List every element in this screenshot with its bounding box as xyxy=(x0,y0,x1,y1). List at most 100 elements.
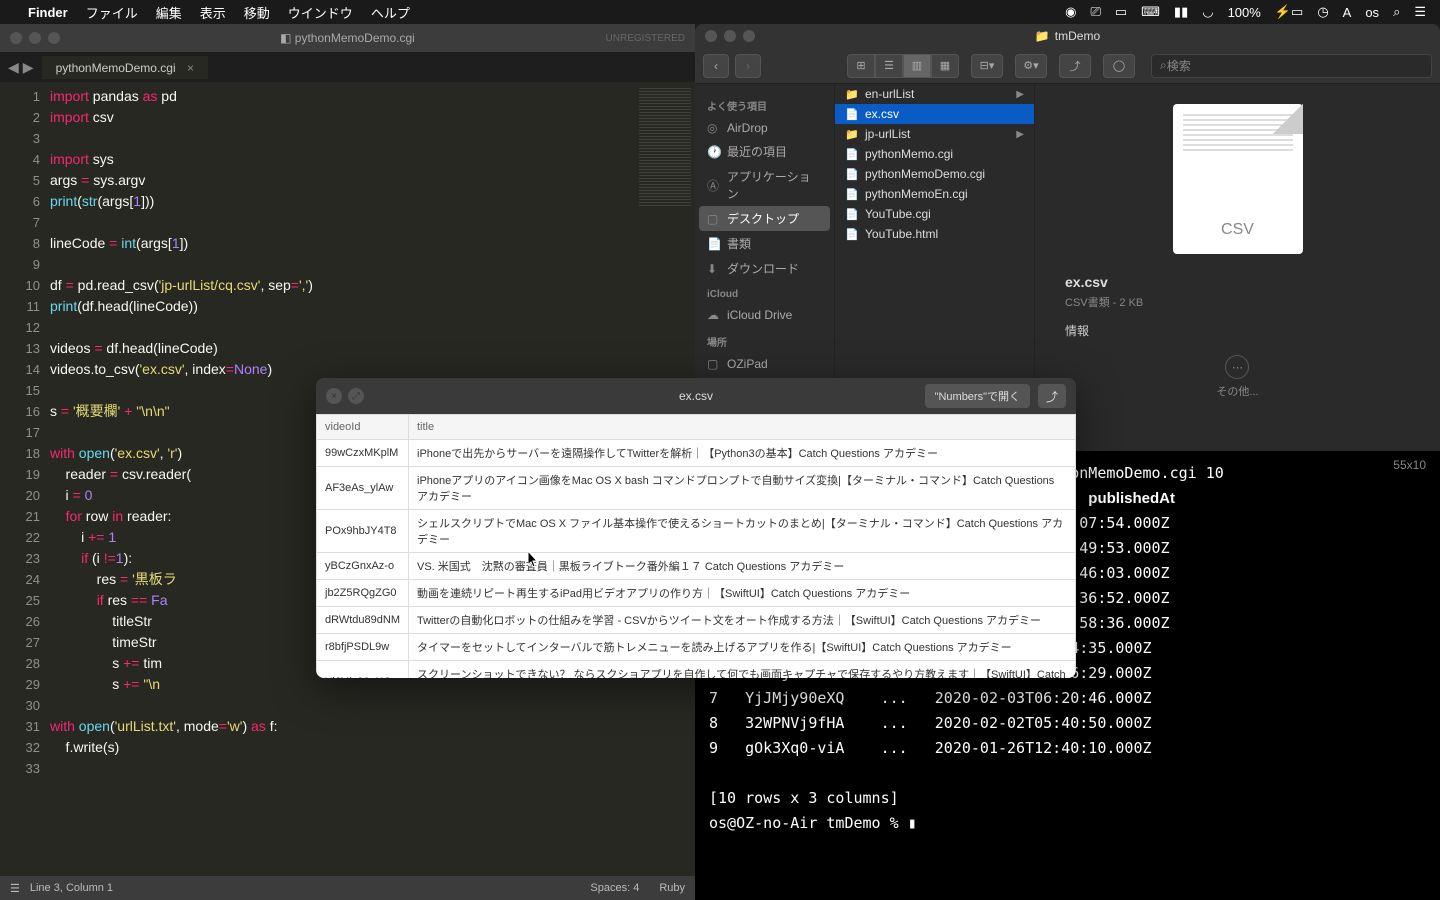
status-language[interactable]: Ruby xyxy=(659,882,685,894)
table-row: YjJMjy90eXQスクリーンショットできない？ ならスクショアプリを自作して… xyxy=(317,661,1076,679)
quicklook-open-button[interactable]: "Numbers"で開く xyxy=(925,384,1030,408)
status-icon[interactable]: ⎚ xyxy=(1090,4,1100,20)
file-item[interactable]: 📁en-urlList▶ xyxy=(835,84,1034,104)
sidebar-section-icloud: iCloud xyxy=(695,285,834,304)
control-center-icon[interactable]: ☰ xyxy=(1414,4,1426,20)
wifi-icon[interactable]: ◡ xyxy=(1202,4,1213,20)
sidebar-downloads[interactable]: ⬇ダウンロード xyxy=(695,256,834,281)
quicklook-titlebar: × ⤢ ex.csv "Numbers"で開く ⤴ xyxy=(316,378,1076,414)
file-icon: 📄 xyxy=(845,188,859,201)
quicklook-close-button[interactable]: × xyxy=(326,388,342,404)
clock-icon: 🕐 xyxy=(707,145,721,159)
group-button[interactable]: ⊟▾ xyxy=(971,54,1003,78)
file-icon: 📄 xyxy=(845,208,859,221)
cursor-position[interactable]: Line 3, Column 1 xyxy=(30,882,113,894)
status-icon[interactable]: ▭ xyxy=(1115,4,1127,20)
sidebar-section-favorites: よく使う項目 xyxy=(695,94,834,117)
file-item[interactable]: 📁jp-urlList▶ xyxy=(835,124,1034,144)
app-icon: Ⓐ xyxy=(707,177,721,194)
sidebar-desktop[interactable]: ▢デスクトップ xyxy=(699,206,830,231)
quicklook-title: ex.csv xyxy=(679,389,713,403)
share-button[interactable]: ⤴ xyxy=(1059,54,1091,78)
airdrop-icon: ◎ xyxy=(707,121,721,135)
nav-forward-icon[interactable]: ▶ xyxy=(23,59,34,76)
preview-filename: ex.csv xyxy=(1065,274,1410,290)
file-item[interactable]: 📄ex.csv xyxy=(835,104,1034,124)
quicklook-fullscreen-button[interactable]: ⤢ xyxy=(348,388,364,404)
table-row: dRWtdu89dNMTwitterの自動化ロボットの仕組みを学習 - CSVか… xyxy=(317,607,1076,634)
more-label[interactable]: その他... xyxy=(1216,386,1258,398)
nav-back-icon[interactable]: ◀ xyxy=(8,59,19,76)
file-item[interactable]: 📄YouTube.html xyxy=(835,224,1034,244)
csv-label: CSV xyxy=(1173,221,1303,239)
status-menu-icon[interactable]: ☰ xyxy=(10,882,20,895)
file-item[interactable]: 📄pythonMemoDemo.cgi xyxy=(835,164,1034,184)
active-app-name[interactable]: Finder xyxy=(28,5,68,20)
sidebar-documents[interactable]: 📄書類 xyxy=(695,231,834,256)
editor-titlebar: ◧ pythonMemoDemo.cgi UNREGISTERED xyxy=(0,24,695,52)
preview-subtitle: CSV書類 - 2 KB xyxy=(1065,294,1410,310)
view-icon-button[interactable]: ⊞ xyxy=(847,54,875,78)
finder-preview: CSV ex.csv CSV書類 - 2 KB 情報 ⋯ その他... xyxy=(1035,84,1440,451)
view-list-button[interactable]: ☰ xyxy=(875,54,903,78)
folder-icon: 📁 xyxy=(1035,29,1050,43)
menu-view[interactable]: 表示 xyxy=(200,3,226,22)
view-column-button[interactable]: ▥ xyxy=(903,54,931,78)
close-button[interactable] xyxy=(10,32,22,44)
editor-tab[interactable]: pythonMemoDemo.cgi × xyxy=(42,56,208,79)
more-actions-icon[interactable]: ⋯ xyxy=(1225,355,1249,379)
back-button[interactable]: ‹ xyxy=(703,54,729,78)
sidebar-airdrop[interactable]: ◎AirDrop xyxy=(695,117,834,139)
spotlight-icon[interactable]: ⌕ xyxy=(1393,4,1400,20)
file-icon: 📄 xyxy=(845,148,859,161)
action-button[interactable]: ⚙▾ xyxy=(1015,54,1047,78)
tab-close-icon[interactable]: × xyxy=(187,61,194,75)
battery-icon[interactable]: ⚡▭ xyxy=(1275,4,1303,20)
sidebar-recents[interactable]: 🕐最近の項目 xyxy=(695,139,834,164)
status-spaces[interactable]: Spaces: 4 xyxy=(590,882,639,894)
table-header: videoId xyxy=(317,415,409,440)
sidebar-icloud-drive[interactable]: ☁iCloud Drive xyxy=(695,304,834,326)
sidebar-section-locations: 場所 xyxy=(695,330,834,353)
editor-status-bar: ☰ Line 3, Column 1 Spaces: 4 Ruby xyxy=(0,876,695,900)
menu-file[interactable]: ファイル xyxy=(86,3,138,22)
quicklook-window: × ⤢ ex.csv "Numbers"で開く ⤴ videoIdtitle99… xyxy=(316,378,1076,678)
menu-window[interactable]: ウインドウ xyxy=(288,3,353,22)
status-icon[interactable]: ◉ xyxy=(1065,4,1076,20)
menubar: Finder ファイル 編集 表示 移動 ウインドウ ヘルプ ◉ ⎚ ▭ ⌨ ▮… xyxy=(0,0,1440,24)
sidebar-device[interactable]: ▢OZiPad xyxy=(695,353,834,375)
close-button[interactable] xyxy=(705,30,717,42)
user-name[interactable]: os xyxy=(1365,5,1379,20)
view-gallery-button[interactable]: ▦ xyxy=(931,54,959,78)
table-row: POx9hbJY4T8シェルスクリプトでMac OS X ファイル基本操作で使え… xyxy=(317,510,1076,553)
file-icon: 📄 xyxy=(845,108,859,121)
tab-label: pythonMemoDemo.cgi xyxy=(56,61,176,75)
search-input[interactable]: ⌕ 検索 xyxy=(1151,54,1432,78)
sidebar-applications[interactable]: Ⓐアプリケーション xyxy=(695,164,834,206)
zoom-button[interactable] xyxy=(48,32,60,44)
file-item[interactable]: 📄pythonMemoEn.cgi xyxy=(835,184,1034,204)
finder-toolbar: ‹ › ⊞ ☰ ▥ ▦ ⊟▾ ⚙▾ ⤴ ◯ ⌕ 検索 xyxy=(695,48,1440,84)
zoom-button[interactable] xyxy=(743,30,755,42)
folder-icon: 📁 xyxy=(845,88,859,101)
folder-icon: 📁 xyxy=(845,128,859,141)
file-item[interactable]: 📄YouTube.cgi xyxy=(835,204,1034,224)
menu-edit[interactable]: 編集 xyxy=(156,3,182,22)
input-source-icon[interactable]: A xyxy=(1343,5,1352,20)
file-item[interactable]: 📄pythonMemo.cgi xyxy=(835,144,1034,164)
line-gutter: 1234567891011121314151617181920212223242… xyxy=(0,82,50,876)
quicklook-share-button[interactable]: ⤴ xyxy=(1038,384,1066,408)
clock-icon[interactable]: ◷ xyxy=(1317,4,1328,20)
status-icon[interactable]: ▮▮ xyxy=(1174,4,1188,20)
battery-percent: 100% xyxy=(1228,5,1261,20)
quicklook-content[interactable]: videoIdtitle99wCzxMKplMiPhoneで出先からサーバーを遠… xyxy=(316,414,1076,678)
minimize-button[interactable] xyxy=(724,30,736,42)
minimize-button[interactable] xyxy=(29,32,41,44)
menu-go[interactable]: 移動 xyxy=(244,3,270,22)
menu-help[interactable]: ヘルプ xyxy=(371,3,410,22)
status-icon[interactable]: ⌨ xyxy=(1141,4,1160,20)
forward-button[interactable]: › xyxy=(735,54,761,78)
finder-titlebar: 📁tmDemo xyxy=(695,24,1440,48)
table-row: jb2Z5RQgZG0動画を連続リピート再生するiPad用ビデオアプリの作り方｜… xyxy=(317,580,1076,607)
tag-button[interactable]: ◯ xyxy=(1103,54,1135,78)
